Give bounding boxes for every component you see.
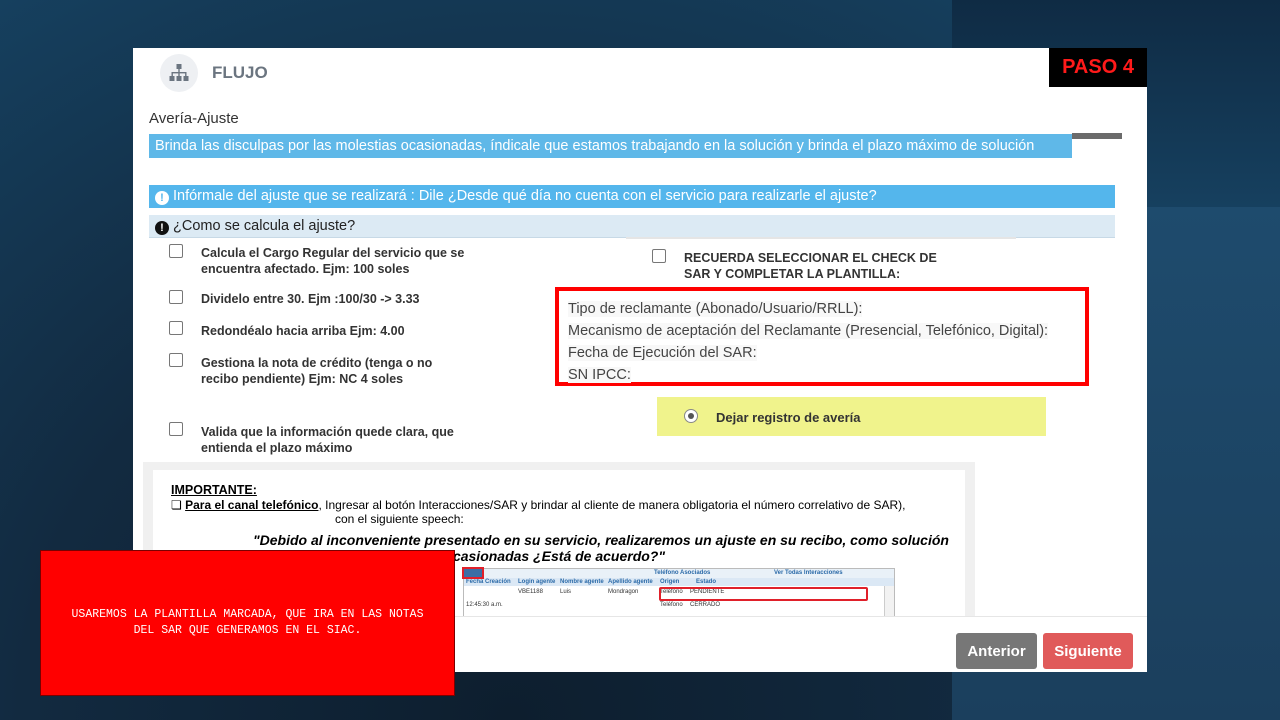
checklist-label: Valida que la información quede clara, q… [201,425,454,455]
checkbox-calc-charge[interactable] [169,244,183,258]
divider [626,237,1016,239]
annotation-note: USAREMOS LA PLANTILLA MARCADA, QUE IRA E… [40,550,455,696]
important-title: IMPORTANTE: [171,483,257,497]
info-icon: ! [155,191,169,205]
mini-table-col: Estado [696,579,717,585]
step-badge: PASO 4 [1049,48,1147,87]
template-field: SN IPCC: [568,367,631,383]
checkbox-sar-reminder[interactable] [652,249,666,263]
calc-bar: ! ¿Como se calcula el ajuste? [149,215,1115,238]
panel-title: FLUJO [212,63,268,82]
highlight-box [659,587,868,601]
checklist-label: Dividelo entre 30. Ejm :100/30 -> 3.33 [201,292,420,306]
annotation-text: USAREMOS LA PLANTILLA MARCADA, QUE IRA E… [71,608,424,637]
interactions-table-screenshot: Teléfono Asociados Ver Todas Interaccion… [462,567,895,616]
previous-button[interactable]: Anterior [956,633,1037,669]
mini-table-col: Nombre agente [560,579,604,585]
template-field: Mecanismo de aceptación del Reclamante (… [568,323,1049,339]
important-text-line2: con el siguiente speech: [335,512,464,526]
checklist-label: Calcula el Cargo Regular del servicio qu… [201,246,465,276]
sar-reminder-label: RECUERDA SELECCIONAR EL CHECK DE SAR Y C… [684,251,937,281]
mini-table-col: Origen [660,579,680,585]
info-bar: ! Infórmale del ajuste que se realizará :… [149,185,1115,208]
flow-subtitle: Avería-Ajuste [149,110,239,127]
mini-table-col: Apellido agente [608,579,653,585]
checkbox-validate-info[interactable] [169,422,183,436]
checkbox-glyph: ❏ [171,498,186,512]
next-button[interactable]: Siguiente [1043,633,1133,669]
scrollbar [884,586,894,616]
important-text: ❏ Para el canal telefónico, Ingresar al … [171,498,906,512]
mini-table-header: Teléfono Asociados [654,570,711,576]
template-field: Fecha de Ejecución del SAR: [568,345,757,361]
checkbox-credit-note[interactable] [169,353,183,367]
register-fault-label: Dejar registro de avería [716,410,861,425]
mini-table-col: Fecha Creación [466,579,511,585]
divider [1072,133,1122,139]
highlight-box [462,567,484,579]
mini-table-header: Ver Todas Interacciones [774,570,843,576]
checkbox-divide[interactable] [169,290,183,304]
checkbox-round-up[interactable] [169,321,183,335]
checklist-label: Redondéalo hacia arriba Ejm: 4.00 [201,324,405,338]
info-bar-text: Infórmale del ajuste que se realizará : … [173,188,877,204]
calc-bar-text: ¿Como se calcula el ajuste? [173,218,356,234]
mini-table-col: Login agente [518,579,556,585]
register-fault-radio[interactable] [684,409,698,423]
alert-icon: ! [155,221,169,235]
sar-template-box: Tipo de reclamante (Abonado/Usuario/RRLL… [555,287,1089,386]
sitemap-icon [160,54,198,92]
apology-banner: Brinda las disculpas por las molestias o… [149,134,1072,158]
template-field: Tipo de reclamante (Abonado/Usuario/RRLL… [568,301,863,317]
checklist-label: Gestiona la nota de crédito (tenga o no … [201,356,433,386]
channel-label: Para el canal telefónico [185,498,319,512]
